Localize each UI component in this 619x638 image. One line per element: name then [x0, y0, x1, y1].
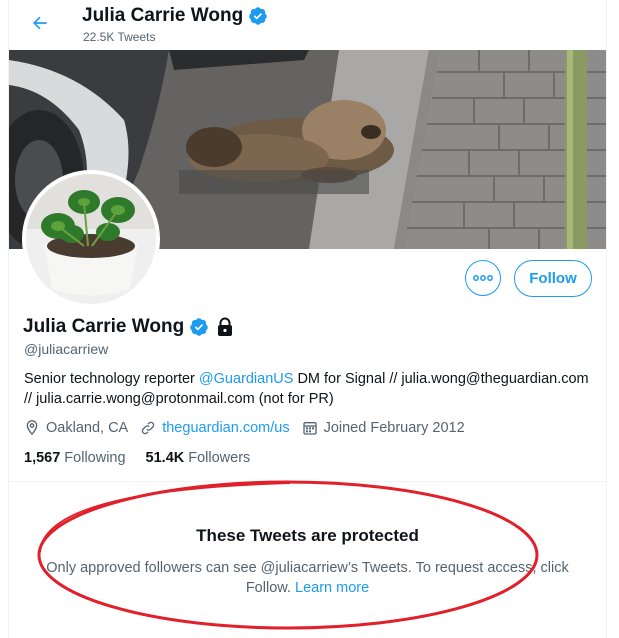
more-icon	[473, 275, 493, 281]
link-icon	[141, 421, 155, 434]
followers-link[interactable]: 51.4K Followers	[146, 450, 251, 466]
header-name-text: Julia Carrie Wong	[82, 5, 244, 26]
lock-icon	[218, 317, 233, 336]
followers-count: 51.4K	[145, 450, 185, 466]
joined-item: Joined February 2012	[302, 420, 465, 436]
back-button[interactable]	[25, 8, 55, 38]
following-count: 1,567	[24, 450, 61, 466]
following-link[interactable]: 1,567 Following	[24, 450, 126, 466]
location-item: Oakland, CA	[24, 419, 128, 436]
profile-handle: @juliacarriew	[24, 341, 109, 357]
profile-name-text: Julia Carrie Wong	[23, 316, 185, 337]
avatar-photo	[26, 174, 156, 304]
joined-text: Joined February 2012	[323, 419, 465, 436]
following-label: Following	[64, 450, 126, 466]
tweet-count: 22.5K Tweets	[83, 30, 156, 44]
location-icon	[26, 420, 38, 436]
website-link[interactable]: theguardian.com/us	[162, 420, 289, 436]
followers-label: Followers	[188, 450, 251, 466]
more-button[interactable]	[465, 260, 501, 296]
avatar[interactable]	[22, 170, 160, 308]
profile-header: Julia Carrie Wong 22.5K Tweets	[9, 0, 606, 50]
profile-bio: Senior technology reporter @GuardianUS D…	[24, 369, 594, 409]
follow-counts: 1,567 Following 51.4K Followers	[24, 450, 270, 466]
learn-more-link[interactable]: Learn more	[295, 580, 369, 596]
divider	[9, 481, 606, 482]
protected-title: These Tweets are protected	[196, 526, 419, 545]
profile-page: Julia Carrie Wong 22.5K Tweets Follow Ju…	[8, 0, 607, 638]
calendar-icon	[302, 421, 317, 435]
profile-meta: Oakland, CA theguardian.com/us Joined Fe…	[24, 419, 477, 436]
header-title: Julia Carrie Wong	[82, 5, 268, 27]
bio-mention-link[interactable]: @GuardianUS	[199, 371, 294, 387]
bio-prefix: Senior technology reporter	[24, 371, 199, 387]
verified-badge-icon	[249, 7, 267, 25]
protected-message: Only approved followers can see @juliaca…	[39, 558, 576, 598]
back-arrow-icon	[33, 16, 47, 30]
website-item: theguardian.com/us	[140, 420, 290, 436]
follow-button[interactable]: Follow	[514, 260, 592, 297]
verified-badge-icon	[190, 318, 208, 336]
profile-name: Julia Carrie Wong	[23, 316, 234, 338]
location-text: Oakland, CA	[46, 419, 129, 436]
